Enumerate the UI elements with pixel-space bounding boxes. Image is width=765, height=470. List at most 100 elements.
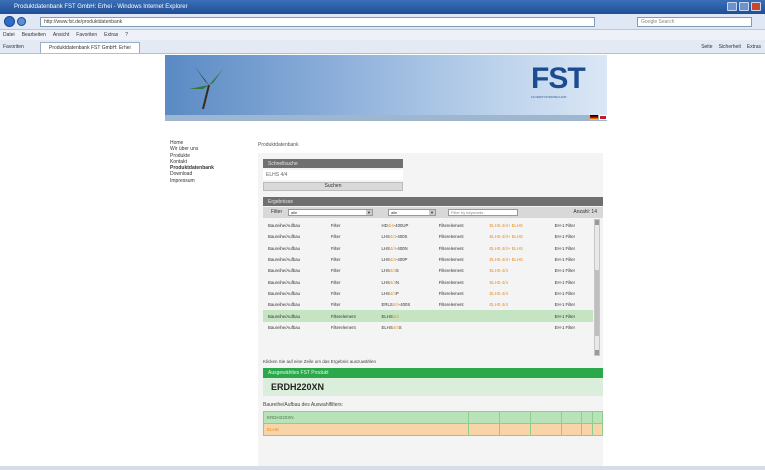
row-element: ELHS 4/4 xyxy=(489,302,508,308)
filter-label: Filter xyxy=(271,209,283,215)
quicksearch-title: Schnellsuche xyxy=(263,159,403,168)
row-type: Filter xyxy=(330,302,341,308)
results-scrollbar[interactable] xyxy=(594,219,600,356)
row-product: ELHS4/4 xyxy=(376,310,434,322)
table-row[interactable]: Baureihe/Aufbau Filterelement ELHS4/4 EH-1… xyxy=(263,310,593,322)
menu-item-edit[interactable]: Bearbeiten xyxy=(22,30,46,40)
row-type: Filterelement xyxy=(330,324,356,330)
series-cell xyxy=(499,411,532,424)
table-row[interactable]: Baureihe/Aufbau Filter LHS4/4-400P Filterel… xyxy=(263,254,593,265)
cmd-security[interactable]: Sicherheit xyxy=(719,42,741,52)
results-table: Baureihe/Aufbau Filter HD4/4-400UP Filterel… xyxy=(263,220,593,333)
table-row[interactable]: Baureihe/Aufbau Filter LHS4/4S Filterelemen… xyxy=(263,265,593,276)
url-field[interactable]: http://www.fst.de/produktdatenbank xyxy=(40,17,595,27)
row-series: Baureihe/Aufbau xyxy=(268,245,301,251)
series-cell xyxy=(560,411,583,424)
row-type: Filter xyxy=(330,245,341,251)
filter-row: Filter alle ▼ alle ▼ Filter by keywords … xyxy=(263,207,603,218)
table-row[interactable]: Baureihe/Aufbau Filter LHS4/4P Filterelemen… xyxy=(263,288,593,299)
filter-select-1[interactable]: alle ▼ xyxy=(288,209,373,216)
scroll-thumb[interactable] xyxy=(595,270,599,336)
series-cell: ERDH220XN xyxy=(262,411,470,424)
table-row[interactable]: Baureihe/Aufbau Filter LHS4/4-400S Filterel… xyxy=(263,231,593,242)
series-table: ERDH220XN ELHS xyxy=(262,411,604,436)
menu-bar: Datei Bearbeiten Ansicht Favoriten Extra… xyxy=(0,30,765,40)
series-cell xyxy=(468,423,501,436)
row-series: Baureihe/Aufbau xyxy=(268,257,301,263)
minimize-icon[interactable] xyxy=(727,2,737,11)
chevron-down-icon: ▼ xyxy=(366,210,372,215)
row-element-type: Filterelement xyxy=(438,234,464,240)
row-element-type: Filterelement xyxy=(438,302,464,308)
row-element xyxy=(484,310,550,322)
back-icon[interactable] xyxy=(4,16,15,27)
row-element: ELHS 4/4 xyxy=(489,290,508,296)
window-title: Produktdatenbank FST GmbH: Erhei - Windo… xyxy=(14,4,188,10)
table-row[interactable]: Baureihe/Aufbau Filter HD4/4-400UP Filterel… xyxy=(263,220,593,231)
search-button[interactable]: Suchen xyxy=(263,182,403,191)
quicksearch-input[interactable]: ELHS 4/4 xyxy=(263,170,403,180)
table-row[interactable]: Baureihe/Aufbau Filter ERLS4/4-400S Filtere… xyxy=(263,299,593,310)
row-type: Filter xyxy=(330,223,341,229)
scroll-down-icon[interactable] xyxy=(595,350,599,355)
filter-select-2[interactable]: alle ▼ xyxy=(388,209,436,216)
row-product: HD4/4-400UP xyxy=(381,223,409,229)
row-series: Baureihe/Aufbau xyxy=(268,290,301,296)
row-type: Filterelement xyxy=(325,310,377,322)
menu-item-view[interactable]: Ansicht xyxy=(53,30,69,40)
english-flag-icon[interactable] xyxy=(599,115,607,120)
menu-item-favorites[interactable]: Favoriten xyxy=(76,30,97,40)
row-product: LHS4/4-400P xyxy=(381,257,408,263)
filter-select-2-value: alle xyxy=(391,210,398,215)
german-flag-icon[interactable] xyxy=(590,115,598,120)
series-label: Baureihe/Aufbau des Auswahlfilters: xyxy=(263,402,344,408)
cmd-page[interactable]: Seite xyxy=(701,42,712,52)
row-element-type: Filterelement xyxy=(438,257,464,263)
row-series: Baureihe/Aufbau xyxy=(268,279,301,285)
row-element-type xyxy=(434,322,485,333)
menu-item-help[interactable]: ? xyxy=(125,30,128,40)
menu-item-tools[interactable]: Extras xyxy=(104,30,118,40)
row-product: LHS4/4N xyxy=(381,279,399,285)
series-cell xyxy=(530,423,562,436)
product-panel: Schnellsuche ELHS 4/4 Suchen Ergebnisse … xyxy=(258,153,604,466)
row-series: Baureihe/Aufbau xyxy=(268,302,301,308)
table-row[interactable]: Baureihe/Aufbau Filter LHS4/4-400N Filterel… xyxy=(263,243,593,254)
series-cell: ELHS xyxy=(262,423,470,436)
series-cell xyxy=(591,411,604,424)
browser-search-field[interactable]: Google Search xyxy=(637,17,752,27)
row-category: EH-1 Filter xyxy=(554,223,576,229)
table-row[interactable]: Baureihe/Aufbau Filterelement ELHS4/4S EH-… xyxy=(263,322,593,333)
series-row: ELHS xyxy=(262,423,604,436)
browser-titlebar: Produktdatenbank FST GmbH: Erhei - Windo… xyxy=(0,0,765,14)
filter-select-1-value: alle xyxy=(291,210,298,215)
row-element-type xyxy=(433,310,485,322)
series-cell xyxy=(468,411,501,424)
row-element-type: Filterelement xyxy=(438,245,464,251)
table-row[interactable]: Baureihe/Aufbau Filter LHS4/4N Filterelemen… xyxy=(263,276,593,287)
site-header: FST FILTERSYSTEMTECHNIK xyxy=(165,55,607,115)
maximize-icon[interactable] xyxy=(739,2,749,11)
row-element-type: Filterelement xyxy=(438,279,464,285)
row-element: ELHS 4/4+ ELHS xyxy=(489,245,523,251)
browser-tab[interactable]: Produktdatenbank FST GmbH: Erhei xyxy=(40,42,140,53)
nav-imprint[interactable]: Impressum xyxy=(170,178,240,184)
favorites-button[interactable]: Favoriten xyxy=(3,42,24,52)
row-series: Baureihe/Aufbau xyxy=(268,223,301,229)
pinwheel-logo-icon xyxy=(189,67,223,109)
logo-subtitle: FILTERSYSTEMTECHNIK xyxy=(531,95,567,99)
row-element: ELHS 4/4+ ELHS xyxy=(489,223,523,229)
menu-item-file[interactable]: Datei xyxy=(3,30,15,40)
row-category: EH-1 Filter xyxy=(554,268,576,274)
scroll-up-icon[interactable] xyxy=(595,220,599,225)
close-icon[interactable] xyxy=(751,2,761,11)
keyword-filter-input[interactable]: Filter by keywords xyxy=(448,209,518,216)
sidebar-nav: Home Wir über uns Produkte Kontakt Produ… xyxy=(170,140,240,184)
row-category: EH-1 Filter xyxy=(554,234,576,240)
cmd-tools[interactable]: Extras xyxy=(747,42,761,52)
row-series: Baureihe/Aufbau xyxy=(268,324,301,330)
address-bar: http://www.fst.de/produktdatenbank Googl… xyxy=(0,14,765,30)
forward-icon[interactable] xyxy=(17,17,26,26)
row-type: Filter xyxy=(330,234,341,240)
row-type: Filter xyxy=(330,290,341,296)
